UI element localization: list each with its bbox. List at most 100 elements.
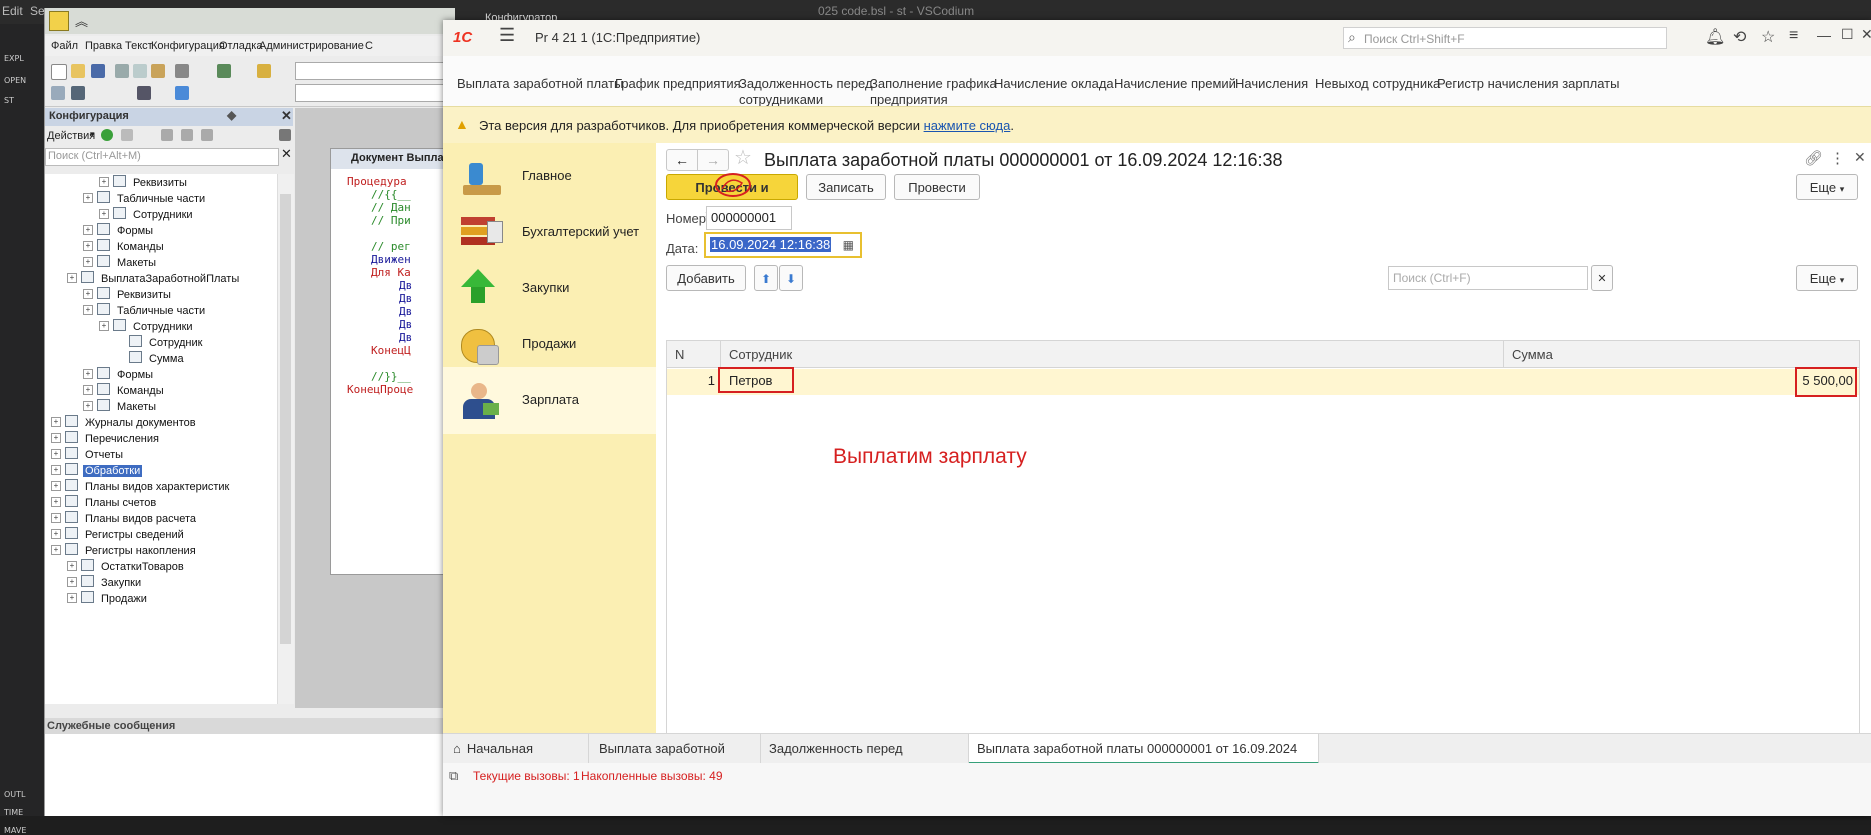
- config-tree-icon[interactable]: [71, 86, 85, 100]
- expand-toggle-icon[interactable]: +: [99, 209, 109, 219]
- configurator-menu-item[interactable]: Конфигурация: [151, 40, 225, 52]
- configurator-menu-item[interactable]: Администрирование: [259, 40, 364, 52]
- table-search-box[interactable]: Поиск (Ctrl+F): [1388, 266, 1588, 290]
- tree-node[interactable]: + Табличные части: [83, 303, 207, 317]
- edit-icon[interactable]: [121, 129, 133, 141]
- more-button[interactable]: Еще ▾: [1796, 174, 1858, 200]
- window-close-icon[interactable]: ✕: [1861, 26, 1871, 43]
- section-link[interactable]: Регистр начисления зарплаты: [1437, 76, 1619, 92]
- tree-node[interactable]: + Регистры накопления: [51, 543, 198, 557]
- tree-node[interactable]: + ОстаткиТоваров: [67, 559, 186, 573]
- code-line[interactable]: //}}__: [371, 370, 411, 383]
- vscode-outline[interactable]: OUTL: [4, 790, 26, 799]
- code-line[interactable]: // Дан: [371, 201, 411, 214]
- configurator-menu-item[interactable]: Текст: [125, 40, 153, 52]
- maximize-icon[interactable]: ☐: [1841, 26, 1854, 43]
- expand-toggle-icon[interactable]: +: [51, 513, 61, 523]
- expand-toggle-icon[interactable]: +: [99, 177, 109, 187]
- code-line[interactable]: // рег: [371, 240, 411, 253]
- expand-toggle-icon[interactable]: +: [83, 193, 93, 203]
- toolbar-search-field[interactable]: [295, 62, 457, 80]
- filter-icon[interactable]: [279, 129, 291, 141]
- tree-node[interactable]: + Перечисления: [51, 431, 161, 445]
- configurator-menu-item[interactable]: С: [365, 40, 373, 52]
- tab-salary-payments[interactable]: Выплата заработной платы✕: [589, 734, 761, 786]
- configurator-menu-item[interactable]: Файл: [51, 40, 78, 52]
- debug-icon[interactable]: [175, 86, 189, 100]
- expand-toggle-icon[interactable]: +: [67, 273, 77, 283]
- back-arrow-icon[interactable]: ←: [666, 149, 698, 171]
- tree-node[interactable]: + Команды: [83, 383, 166, 397]
- expand-toggle-icon[interactable]: +: [83, 385, 93, 395]
- expand-toggle-icon[interactable]: +: [51, 545, 61, 555]
- tree-node[interactable]: + Формы: [83, 367, 155, 381]
- table-more-button[interactable]: Еще ▾: [1796, 265, 1858, 291]
- expand-toggle-icon[interactable]: +: [51, 449, 61, 459]
- print-icon[interactable]: [175, 64, 189, 78]
- section-link[interactable]: Начисление оклада: [994, 76, 1114, 92]
- tree-node[interactable]: + Реквизиты: [99, 175, 189, 189]
- tree-node[interactable]: + Отчеты: [51, 447, 125, 461]
- copy-icon[interactable]: [133, 64, 147, 78]
- vscode-menu-edit[interactable]: Edit: [2, 4, 23, 18]
- history-icon[interactable]: ⟲: [1733, 27, 1746, 47]
- expand-toggle-icon[interactable]: +: [99, 321, 109, 331]
- tree-scrollbar-thumb[interactable]: [280, 194, 291, 644]
- section-link[interactable]: Выплата заработной платы: [457, 76, 623, 92]
- save-icon[interactable]: [91, 64, 105, 78]
- expand-toggle-icon[interactable]: +: [83, 257, 93, 267]
- add-icon[interactable]: [101, 129, 113, 141]
- undo-icon[interactable]: [217, 64, 231, 78]
- vscode-folder-st[interactable]: ST: [4, 96, 14, 105]
- section-link[interactable]: График предприятия: [615, 76, 741, 92]
- vscode-maven[interactable]: MAVE: [4, 826, 26, 835]
- minimize-icon[interactable]: —: [1817, 27, 1831, 43]
- expand-toggle-icon[interactable]: +: [67, 577, 77, 587]
- hamburger-menu-icon[interactable]: ☰: [499, 25, 515, 46]
- nav-salary[interactable]: Зарплата: [443, 367, 656, 434]
- module-icon[interactable]: [51, 86, 65, 100]
- code-line[interactable]: //{{__: [371, 188, 411, 201]
- pin-icon[interactable]: ◆: [227, 108, 236, 122]
- tree-node[interactable]: + Продажи: [67, 591, 149, 605]
- tree-node[interactable]: + Формы: [83, 223, 155, 237]
- code-line[interactable]: Дв: [399, 279, 412, 292]
- open-icon[interactable]: [71, 64, 85, 78]
- tree-node[interactable]: + Макеты: [83, 255, 158, 269]
- tree-node[interactable]: + ВыплатаЗаработнойПлаты: [67, 271, 241, 285]
- tree-node[interactable]: + Сотрудники: [99, 207, 195, 221]
- section-link[interactable]: Заполнение графика предприятия: [870, 76, 997, 108]
- code-line[interactable]: Дв: [399, 292, 412, 305]
- tree-node[interactable]: + Макеты: [83, 399, 158, 413]
- close-icon[interactable]: ✕: [281, 108, 292, 124]
- tree-scrollbar[interactable]: [277, 174, 294, 704]
- tree-node[interactable]: + Регистры сведений: [51, 527, 186, 541]
- chevron-down-icon[interactable]: ▾: [90, 129, 95, 140]
- col-n-header[interactable]: N: [667, 341, 721, 368]
- tree-node[interactable]: + Журналы документов: [51, 415, 198, 429]
- configuration-search-input[interactable]: Поиск (Ctrl+Alt+M): [48, 150, 141, 162]
- vscode-menu-selection[interactable]: Se: [30, 4, 45, 18]
- post-button[interactable]: Провести: [894, 174, 980, 200]
- code-line[interactable]: Для Ка: [371, 266, 411, 279]
- expand-toggle-icon[interactable]: +: [51, 465, 61, 475]
- favorites-star-icon[interactable]: ☆: [1761, 27, 1775, 47]
- expand-toggle-icon[interactable]: +: [83, 401, 93, 411]
- tree-node[interactable]: + Планы счетов: [51, 495, 158, 509]
- configurator-menu-item[interactable]: Правка: [85, 40, 122, 52]
- tab-debt[interactable]: Задолженность перед сотрудниками✕: [761, 734, 969, 786]
- expand-toggle-icon[interactable]: +: [67, 561, 77, 571]
- form-close-icon[interactable]: ✕: [1854, 149, 1866, 166]
- code-line[interactable]: Процедура: [347, 175, 407, 188]
- expand-toggle-icon[interactable]: +: [83, 289, 93, 299]
- global-search-box[interactable]: ⌕ Поиск Ctrl+Shift+F: [1343, 27, 1667, 49]
- col-employee-header[interactable]: Сотрудник: [721, 341, 1504, 368]
- tree-node[interactable]: + Обработки: [51, 463, 143, 477]
- vscode-open-editors[interactable]: OPEN: [4, 76, 26, 85]
- section-link[interactable]: Невыход сотрудника: [1315, 76, 1440, 92]
- tab-home[interactable]: ⌂Начальная страница: [443, 734, 589, 786]
- chevron-up-icon[interactable]: ︽: [75, 11, 88, 30]
- clear-table-search-icon[interactable]: ✕: [1591, 265, 1613, 291]
- section-link[interactable]: Задолженность перед сотрудниками: [739, 76, 873, 108]
- number-field[interactable]: 000000001: [706, 206, 792, 230]
